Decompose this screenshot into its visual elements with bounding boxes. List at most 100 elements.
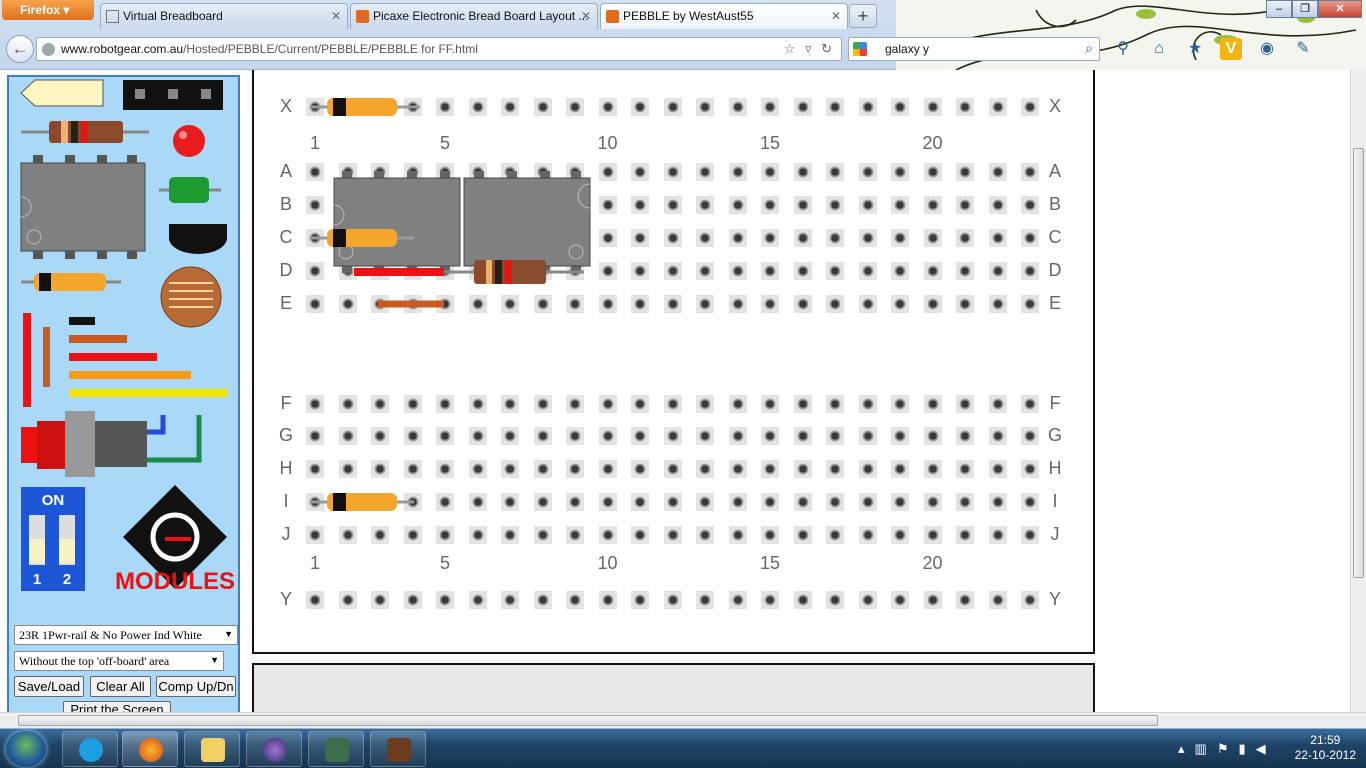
breadboard-hole[interactable] — [598, 295, 617, 313]
breadboard-hole[interactable] — [631, 460, 649, 478]
breadboard-hole[interactable] — [761, 493, 779, 511]
breadboard-hole[interactable] — [696, 395, 714, 413]
breadboard-hole[interactable] — [306, 196, 324, 214]
4d-modules-logo[interactable]: MODULES — [115, 485, 235, 595]
breadboard-hole[interactable] — [728, 591, 747, 609]
search-input[interactable]: galaxy y — [885, 42, 929, 56]
breadboard-hole[interactable] — [826, 196, 844, 214]
placed-capacitor-i[interactable] — [310, 493, 414, 511]
breadboard-hole[interactable] — [436, 98, 454, 116]
breadboard-hole[interactable] — [793, 98, 812, 116]
breadboard-hole[interactable] — [988, 196, 1007, 214]
breadboard-hole[interactable] — [371, 395, 389, 413]
breadboard-hole[interactable] — [663, 493, 682, 511]
search-icon[interactable]: ⌕ — [1085, 40, 1093, 57]
placed-ic-1[interactable] — [333, 171, 461, 273]
breadboard-hole[interactable] — [696, 163, 714, 181]
breadboard-hole[interactable] — [533, 591, 552, 609]
breadboard-hole[interactable] — [403, 196, 422, 214]
breadboard-hole[interactable] — [793, 295, 812, 313]
breadboard-hole[interactable] — [663, 163, 682, 181]
breadboard-hole[interactable] — [501, 163, 519, 181]
breadboard-hole[interactable] — [761, 163, 779, 181]
breadboard-hole[interactable] — [533, 163, 552, 181]
breadboard-hole[interactable] — [1021, 526, 1039, 544]
save-load-button[interactable]: Save/Load — [14, 676, 84, 697]
breadboard-hole[interactable] — [306, 591, 324, 609]
back-button[interactable]: ← — [6, 35, 34, 63]
breadboard-hole[interactable] — [988, 427, 1007, 445]
breadboard-hole[interactable] — [338, 196, 357, 214]
print-screen-button[interactable]: Print the Screen — [63, 701, 171, 712]
breadboard-hole[interactable] — [956, 98, 974, 116]
breadboard-hole[interactable] — [696, 295, 714, 313]
breadboard-hole[interactable] — [468, 427, 487, 445]
breadboard-hole[interactable] — [436, 427, 454, 445]
tab-picaxe[interactable]: Picaxe Electronic Bread Board Layout ...… — [350, 3, 598, 29]
breadboard-hole[interactable] — [761, 98, 779, 116]
breadboard-hole[interactable] — [761, 427, 779, 445]
breadboard-hole[interactable] — [306, 295, 324, 313]
breadboard-hole[interactable] — [923, 262, 942, 280]
breadboard-hole[interactable] — [663, 229, 682, 247]
breadboard-hole[interactable] — [371, 460, 389, 478]
breadboard-hole[interactable] — [631, 163, 649, 181]
breadboard-hole[interactable] — [436, 395, 454, 413]
breadboard-hole[interactable] — [566, 295, 584, 313]
show-hidden-icons[interactable]: ▴ — [1178, 741, 1185, 757]
breadboard-hole[interactable] — [436, 229, 454, 247]
breadboard-hole[interactable] — [566, 493, 584, 511]
breadboard-hole[interactable] — [436, 526, 454, 544]
breadboard-hole[interactable] — [631, 262, 649, 280]
breadboard-hole[interactable] — [891, 427, 909, 445]
breadboard-hole[interactable] — [891, 295, 909, 313]
breadboard-hole[interactable] — [891, 395, 909, 413]
breadboard-hole[interactable] — [631, 395, 649, 413]
breadboard-hole[interactable] — [956, 427, 974, 445]
breadboard-hole[interactable] — [761, 229, 779, 247]
breadboard-hole[interactable] — [371, 427, 389, 445]
scrollbar-thumb[interactable] — [1353, 148, 1364, 578]
breadboard-hole[interactable] — [501, 395, 519, 413]
breadboard-hole[interactable] — [793, 163, 812, 181]
breadboard-hole[interactable] — [793, 493, 812, 511]
breadboard-hole[interactable] — [988, 591, 1007, 609]
breadboard-hole[interactable] — [631, 98, 649, 116]
breadboard-hole[interactable] — [403, 493, 422, 511]
breadboard-hole[interactable] — [663, 460, 682, 478]
breadboard-hole[interactable] — [468, 591, 487, 609]
breadboard-hole[interactable] — [891, 460, 909, 478]
breadboard-hole[interactable] — [468, 163, 487, 181]
breadboard-hole[interactable] — [468, 229, 487, 247]
breadboard-hole[interactable] — [858, 591, 877, 609]
breadboard-hole[interactable] — [403, 295, 422, 313]
breadboard-hole[interactable] — [403, 395, 422, 413]
breadboard-hole[interactable] — [533, 262, 552, 280]
breadboard-hole[interactable] — [696, 493, 714, 511]
breadboard-hole[interactable] — [858, 395, 877, 413]
breadboard-hole[interactable] — [988, 98, 1007, 116]
breadboard-hole[interactable] — [598, 163, 617, 181]
breadboard-hole[interactable] — [371, 493, 389, 511]
breadboard-hole[interactable] — [598, 460, 617, 478]
breadboard-hole[interactable] — [858, 295, 877, 313]
breadboard-hole[interactable] — [501, 460, 519, 478]
breadboard-hole[interactable] — [696, 196, 714, 214]
breadboard-hole[interactable] — [663, 295, 682, 313]
breadboard-hole[interactable] — [338, 493, 357, 511]
terminal-taskbar-button[interactable] — [308, 731, 364, 767]
breadboard-hole[interactable] — [793, 262, 812, 280]
firefox-menu-button[interactable]: Firefox ▾ — [2, 0, 94, 20]
breadboard-hole[interactable] — [598, 262, 617, 280]
breadboard-hole[interactable] — [371, 262, 389, 280]
breadboard-hole[interactable] — [501, 295, 519, 313]
breadboard-hole[interactable] — [891, 98, 909, 116]
breadboard-hole[interactable] — [891, 262, 909, 280]
breadboard-hole[interactable] — [468, 98, 487, 116]
breadboard-hole[interactable] — [793, 196, 812, 214]
breadboard-hole[interactable] — [988, 395, 1007, 413]
eyedropper-icon[interactable]: ✎ — [1292, 38, 1314, 60]
breadboard-hole[interactable] — [371, 229, 389, 247]
breadboard-hole[interactable] — [631, 493, 649, 511]
zoom-icon[interactable]: ⚲ — [1112, 38, 1134, 60]
